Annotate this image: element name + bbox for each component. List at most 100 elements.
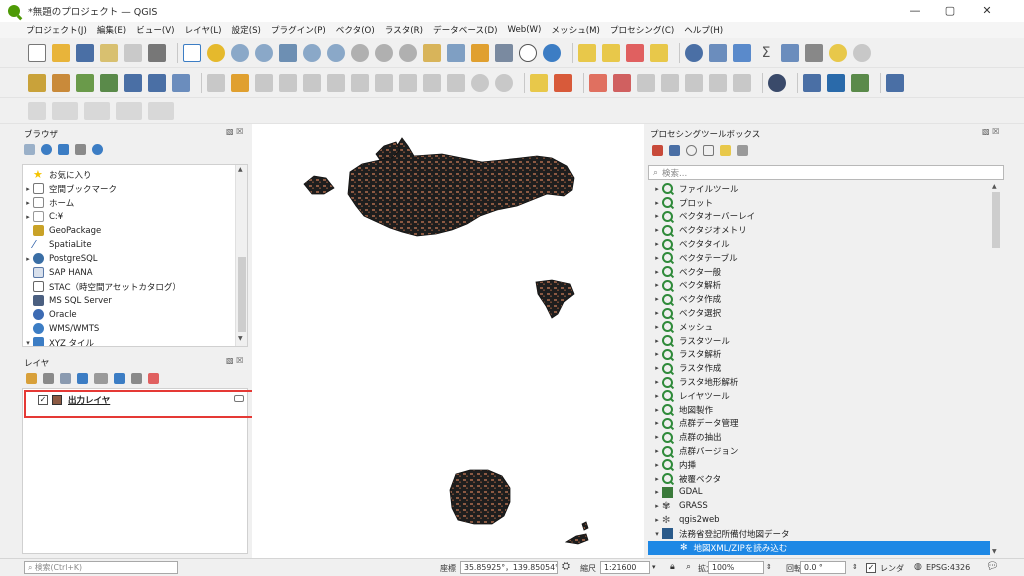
python-scripts-icon[interactable] [669, 145, 680, 156]
messages-icon[interactable]: 💬︎ [986, 561, 999, 572]
plugin-layers-icon[interactable] [851, 73, 869, 92]
select-location-icon[interactable] [650, 43, 668, 62]
label-tool-icon[interactable] [530, 73, 548, 92]
add-polygon-icon[interactable] [303, 73, 321, 92]
processing-group-vector-tiles[interactable]: ▸ ベクタタイル [652, 237, 730, 251]
menu-processing[interactable]: プロセシング(C) [610, 24, 674, 36]
browser-item-oracle[interactable]: Oracle [23, 308, 77, 321]
processing-group-vector-coverage[interactable]: ▸ 被覆ベクタ [652, 472, 721, 486]
map-tips-icon[interactable] [829, 43, 847, 62]
new-3d-view-icon[interactable] [447, 43, 465, 62]
browser-item-spatial-bookmarks[interactable]: ▸ 空間ブックマーク [23, 182, 117, 195]
close-button[interactable]: ✕ [972, 3, 1002, 19]
menu-edit[interactable]: 編集(E) [97, 24, 126, 36]
help-icon[interactable] [886, 73, 904, 92]
processing-group-vector-selection[interactable]: ▸ ベクタ選択 [652, 306, 721, 320]
bookmark-new-icon[interactable] [471, 43, 489, 62]
processing-group-vector-general[interactable]: ▸ ベクタ一般 [652, 265, 721, 279]
copy-features-icon[interactable] [423, 73, 441, 92]
browser-dock-buttons[interactable]: ▧ ☒ [226, 127, 243, 136]
minimize-button[interactable]: — [900, 3, 930, 19]
pin-labels-icon[interactable] [589, 73, 607, 92]
processing-scrollbar[interactable]: ▲ ▼ [990, 182, 1002, 558]
processing-group-interpolation[interactable]: ▸ 内挿 [652, 458, 696, 472]
zoom-full-icon[interactable] [279, 43, 297, 62]
zoom-last-icon[interactable] [375, 43, 393, 62]
expand-all-icon[interactable] [114, 373, 125, 384]
magnifier-spinner-icon[interactable]: ⇕ [766, 563, 772, 571]
browser-item-drive-c[interactable]: ▸ C:¥ [23, 210, 63, 223]
properties-info-icon[interactable] [92, 144, 103, 155]
models-icon[interactable] [652, 145, 663, 156]
filter-expression-icon[interactable] [94, 373, 108, 384]
edit-features-in-place-icon[interactable] [720, 145, 731, 156]
deselect-icon[interactable] [626, 43, 644, 62]
lock-scale-icon[interactable]: 🔒︎ [670, 562, 675, 572]
locator-search-input[interactable]: ⌕ 検索(Ctrl+K) [24, 561, 178, 574]
browser-item-postgresql[interactable]: ▸ PostgreSQL [23, 252, 98, 265]
toggle-editing-icon[interactable] [231, 73, 249, 92]
paste-features-icon[interactable] [447, 73, 465, 92]
modify-attributes-icon[interactable] [351, 73, 369, 92]
measure-line-icon[interactable] [805, 43, 823, 62]
attribute-table-icon[interactable] [709, 43, 727, 62]
open-field-calculator-icon[interactable] [781, 43, 799, 62]
processing-group-cartography[interactable]: ▸ 地図製作 [652, 403, 713, 417]
processing-dock-buttons[interactable]: ▧ ☒ [982, 127, 999, 136]
add-mesh-layer-icon[interactable] [172, 73, 190, 92]
add-group-icon[interactable] [43, 373, 54, 384]
browser-item-stac[interactable]: STAC（時空間アセットカタログ） [23, 280, 181, 293]
save-edits-icon[interactable] [255, 73, 273, 92]
map-canvas[interactable] [252, 124, 644, 558]
cut-features-icon[interactable] [399, 73, 417, 92]
menu-view[interactable]: ビュー(V) [136, 24, 174, 36]
select-by-value-icon[interactable] [602, 43, 620, 62]
new-print-layout-icon[interactable] [100, 43, 118, 62]
processing-group-point-cloud-conversion[interactable]: ▸ 点群バージョン [652, 444, 738, 458]
menu-help[interactable]: ヘルプ(H) [684, 24, 723, 36]
history-icon[interactable] [686, 145, 697, 156]
identify-icon[interactable] [685, 43, 703, 62]
collapse-all-icon[interactable] [75, 144, 86, 155]
temporal-controller-icon[interactable] [519, 43, 537, 62]
menu-plugins[interactable]: プラグイン(P) [271, 24, 326, 36]
new-project-icon[interactable] [28, 43, 46, 62]
browser-item-sap-hana[interactable]: SAP HANA [23, 266, 93, 279]
add-selected-layers-icon[interactable] [24, 144, 35, 155]
move-label-icon[interactable] [637, 73, 655, 92]
processing-group-point-cloud-extraction[interactable]: ▸ 点群の抽出 [652, 430, 722, 444]
menu-layer[interactable]: レイヤ(L) [185, 24, 222, 36]
processing-group-vector-analysis[interactable]: ▸ ベクタ解析 [652, 279, 721, 293]
collapse-all-icon[interactable] [131, 373, 142, 384]
style-manager-icon[interactable] [148, 43, 166, 62]
browser-item-mssql[interactable]: MS SQL Server [23, 294, 112, 307]
processing-toolbox-icon[interactable] [733, 43, 751, 62]
save-project-icon[interactable] [76, 43, 94, 62]
add-rectangle-icon[interactable] [116, 101, 142, 120]
browser-item-home[interactable]: ▸ ホーム [23, 196, 74, 209]
add-raster-layer-icon[interactable] [148, 73, 166, 92]
menu-database[interactable]: データベース(D) [433, 24, 497, 36]
highlight-labels-icon[interactable] [613, 73, 631, 92]
options-wrench-icon[interactable] [737, 145, 748, 156]
menu-vector[interactable]: ベクタ(O) [336, 24, 375, 36]
shape-digitize-icon[interactable] [28, 101, 46, 120]
processing-group-raster-tools[interactable]: ▸ ラスタツール [652, 334, 730, 348]
digitize-icon[interactable] [279, 73, 297, 92]
change-label-icon[interactable] [685, 73, 703, 92]
zoom-out-icon[interactable] [255, 43, 273, 62]
zoom-native-icon[interactable] [351, 43, 369, 62]
undo-icon[interactable] [471, 73, 489, 92]
zoom-in-icon[interactable] [231, 43, 249, 62]
pan-to-selection-icon[interactable] [207, 43, 225, 62]
browser-item-xyz-tiles[interactable]: ▾ XYZ タイル [23, 336, 94, 346]
processing-group-vector-geometry[interactable]: ▸ ベクタジオメトリ [652, 223, 747, 237]
layout-manager-icon[interactable] [124, 43, 142, 62]
processing-provider-grass[interactable]: ▸ ✾ GRASS [652, 499, 708, 513]
browser-item-wms[interactable]: WMS/WMTS [23, 322, 99, 335]
menu-raster[interactable]: ラスタ(R) [385, 24, 423, 36]
rotation-spinner-icon[interactable]: ⇕ [852, 563, 858, 571]
current-edits-icon[interactable] [207, 73, 225, 92]
add-regular-polygon-icon[interactable] [148, 101, 174, 120]
locate-icon[interactable] [853, 43, 871, 62]
